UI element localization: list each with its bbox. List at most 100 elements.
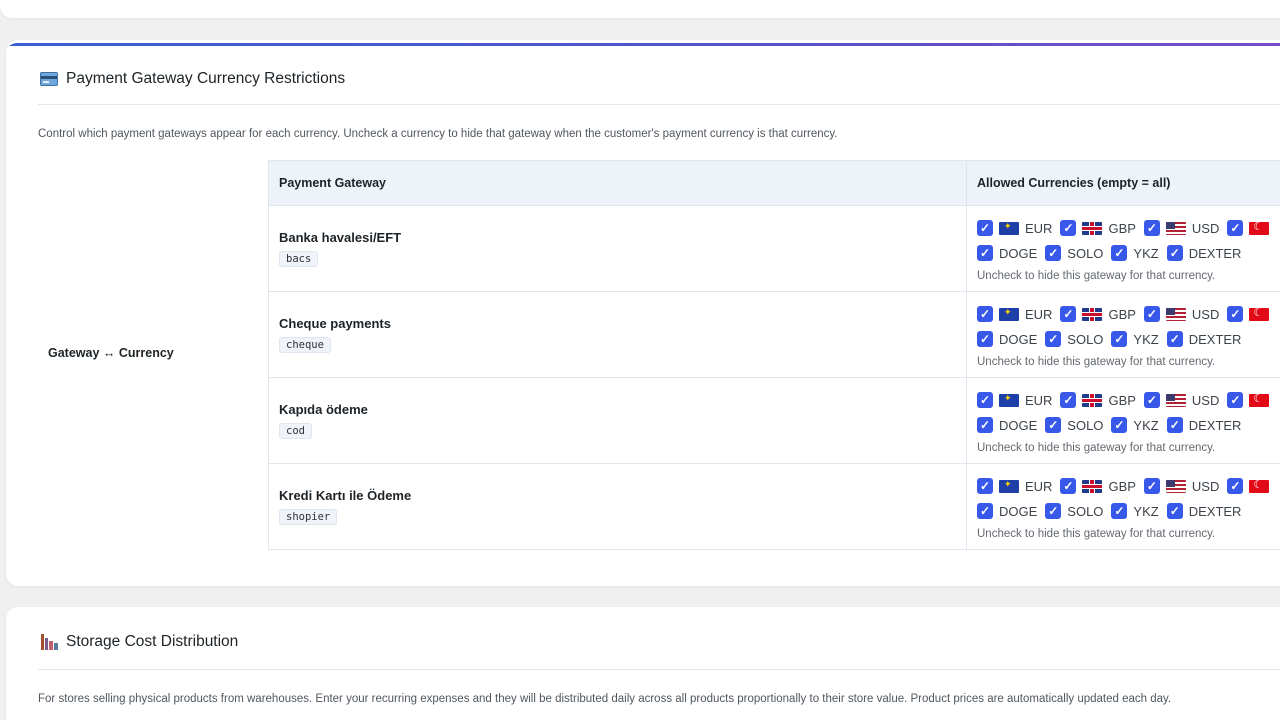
us-flag-icon bbox=[1165, 221, 1186, 235]
currency-option[interactable]: ✓ DEXTER bbox=[1166, 331, 1242, 347]
table-row: Banka havalesi/EFT bacs ✓ EUR ✓ GBP ✓ USD ✓ ✓ DOGE… bbox=[268, 205, 1280, 292]
gateway-cell: Cheque payments cheque bbox=[268, 291, 967, 378]
currency-option[interactable]: ✓ bbox=[1227, 392, 1275, 408]
currency-option[interactable]: ✓ GBP bbox=[1060, 392, 1136, 408]
currency-option[interactable]: ✓ DOGE bbox=[977, 503, 1037, 519]
currency-options-row: ✓ EUR ✓ GBP ✓ USD ✓ bbox=[977, 388, 1280, 413]
currency-option[interactable]: ✓ YKZ bbox=[1111, 503, 1159, 519]
currency-option[interactable]: ✓ DOGE bbox=[977, 417, 1037, 433]
section-header: Storage Cost Distribution bbox=[40, 633, 238, 651]
checkbox[interactable]: ✓ bbox=[1045, 417, 1062, 433]
checkbox[interactable]: ✓ bbox=[1060, 306, 1077, 322]
gb-flag-icon bbox=[1082, 221, 1103, 235]
field-label: Gateway ↔ Currency bbox=[48, 346, 174, 360]
checkbox[interactable]: ✓ bbox=[1060, 478, 1077, 494]
table-header-row: Payment Gateway Allowed Currencies (empt… bbox=[268, 160, 1280, 206]
currency-code: DEXTER bbox=[1188, 331, 1242, 347]
currency-option[interactable]: ✓ USD bbox=[1143, 306, 1219, 322]
currency-option[interactable]: ✓ SOLO bbox=[1045, 503, 1103, 519]
currency-option[interactable]: ✓ SOLO bbox=[1045, 245, 1103, 261]
currency-option[interactable]: ✓ YKZ bbox=[1111, 245, 1159, 261]
help-text: Uncheck to hide this gateway for that cu… bbox=[977, 269, 1216, 282]
checkbox[interactable]: ✓ bbox=[1227, 306, 1244, 322]
checkbox[interactable]: ✓ bbox=[1166, 331, 1183, 347]
currency-option[interactable]: ✓ GBP bbox=[1060, 478, 1136, 494]
checkbox[interactable]: ✓ bbox=[1166, 245, 1183, 261]
currency-option[interactable]: ✓ bbox=[1227, 478, 1275, 494]
checkbox[interactable]: ✓ bbox=[1111, 331, 1128, 347]
checkbox[interactable]: ✓ bbox=[1143, 478, 1160, 494]
currency-option[interactable]: ✓ SOLO bbox=[1045, 417, 1103, 433]
currency-option[interactable]: ✓ SOLO bbox=[1045, 331, 1103, 347]
checkbox[interactable]: ✓ bbox=[1166, 417, 1183, 433]
section-description: Control which payment gateways appear fo… bbox=[38, 128, 838, 140]
credit-card-icon bbox=[40, 72, 58, 86]
currency-option[interactable]: ✓ DEXTER bbox=[1166, 503, 1241, 519]
currency-code: EUR bbox=[1025, 220, 1053, 236]
currency-option[interactable]: ✓ EUR bbox=[977, 306, 1052, 322]
column-header-currencies: Allowed Currencies (empty = all) bbox=[966, 160, 1280, 206]
previous-section-card bbox=[0, 0, 1280, 18]
column-header-gateway: Payment Gateway bbox=[268, 160, 967, 206]
currency-options-row: ✓ DOGE ✓ SOLO ✓ YKZ ✓ DEXTER bbox=[977, 327, 1280, 352]
checkbox[interactable]: ✓ bbox=[1227, 220, 1244, 236]
section-description: For stores selling physical products fro… bbox=[38, 693, 1172, 705]
gb-flag-icon bbox=[1082, 479, 1103, 493]
checkbox[interactable]: ✓ bbox=[1111, 417, 1128, 433]
checkbox[interactable]: ✓ bbox=[1111, 503, 1128, 519]
checkbox[interactable]: ✓ bbox=[1143, 392, 1160, 408]
currency-option[interactable]: ✓ YKZ bbox=[1111, 331, 1159, 347]
divider bbox=[38, 669, 1280, 670]
checkbox[interactable]: ✓ bbox=[1227, 392, 1244, 408]
gb-flag-icon bbox=[1082, 393, 1103, 407]
currency-option[interactable]: ✓ GBP bbox=[1060, 306, 1136, 322]
checkbox[interactable]: ✓ bbox=[1143, 220, 1160, 236]
currency-code: USD bbox=[1191, 392, 1220, 408]
currency-option[interactable]: ✓ EUR bbox=[977, 392, 1052, 408]
gateway-name: Kredi Kartı ile Ödeme bbox=[279, 488, 412, 503]
currency-option[interactable]: ✓ USD bbox=[1143, 392, 1220, 408]
currency-option[interactable]: ✓ USD bbox=[1143, 220, 1220, 236]
checkbox[interactable]: ✓ bbox=[1045, 245, 1062, 261]
checkbox[interactable]: ✓ bbox=[1227, 478, 1244, 494]
checkbox[interactable]: ✓ bbox=[1166, 503, 1183, 519]
currency-option[interactable]: ✓ DOGE bbox=[977, 245, 1037, 261]
currency-option[interactable]: ✓ YKZ bbox=[1111, 417, 1159, 433]
checkbox[interactable]: ✓ bbox=[977, 478, 993, 494]
checkbox[interactable]: ✓ bbox=[1060, 220, 1077, 236]
currency-code: GBP bbox=[1108, 392, 1136, 408]
checkbox[interactable]: ✓ bbox=[1045, 331, 1062, 347]
currency-option[interactable]: ✓ DEXTER bbox=[1166, 417, 1241, 433]
currency-option[interactable]: ✓ bbox=[1227, 220, 1275, 236]
currencies-cell: ✓ EUR ✓ GBP ✓ USD ✓ ✓ DOGE ✓ SOLO ✓ YKZ ✓ DEXTER Unchec… bbox=[966, 377, 1280, 464]
currency-options-row: ✓ EUR ✓ GBP ✓ USD ✓ bbox=[977, 216, 1280, 241]
currency-option[interactable]: ✓ EUR bbox=[977, 220, 1052, 236]
checkbox[interactable]: ✓ bbox=[977, 417, 993, 433]
us-flag-icon bbox=[1165, 479, 1186, 493]
currency-option[interactable]: ✓ EUR bbox=[977, 478, 1052, 494]
gateway-cell: Kredi Kartı ile Ödeme shopier bbox=[268, 463, 967, 550]
checkbox[interactable]: ✓ bbox=[1060, 392, 1077, 408]
checkbox[interactable]: ✓ bbox=[977, 392, 993, 408]
currency-code: GBP bbox=[1108, 478, 1136, 494]
currency-option[interactable]: ✓ bbox=[1227, 306, 1275, 322]
checkbox[interactable]: ✓ bbox=[977, 503, 993, 519]
checkbox[interactable]: ✓ bbox=[1045, 503, 1062, 519]
currency-option[interactable]: ✓ GBP bbox=[1060, 220, 1136, 236]
currency-option[interactable]: ✓ DOGE bbox=[977, 331, 1037, 347]
currency-option[interactable]: ✓ DEXTER bbox=[1166, 245, 1241, 261]
help-text: Uncheck to hide this gateway for that cu… bbox=[977, 355, 1216, 368]
checkbox[interactable]: ✓ bbox=[1143, 306, 1160, 322]
currency-option[interactable]: ✓ USD bbox=[1143, 478, 1219, 494]
checkbox[interactable]: ✓ bbox=[977, 331, 993, 347]
gateway-code: cheque bbox=[279, 337, 331, 353]
checkbox[interactable]: ✓ bbox=[977, 245, 993, 261]
currency-restrictions-card: Payment Gateway Currency Restrictions Co… bbox=[6, 40, 1280, 586]
checkbox[interactable]: ✓ bbox=[977, 306, 993, 322]
currency-code: USD bbox=[1191, 220, 1220, 236]
gateway-name: Banka havalesi/EFT bbox=[279, 230, 402, 245]
eu-flag-icon bbox=[999, 393, 1019, 407]
checkbox[interactable]: ✓ bbox=[977, 220, 993, 236]
checkbox[interactable]: ✓ bbox=[1111, 245, 1128, 261]
gateway-code: cod bbox=[279, 423, 312, 439]
